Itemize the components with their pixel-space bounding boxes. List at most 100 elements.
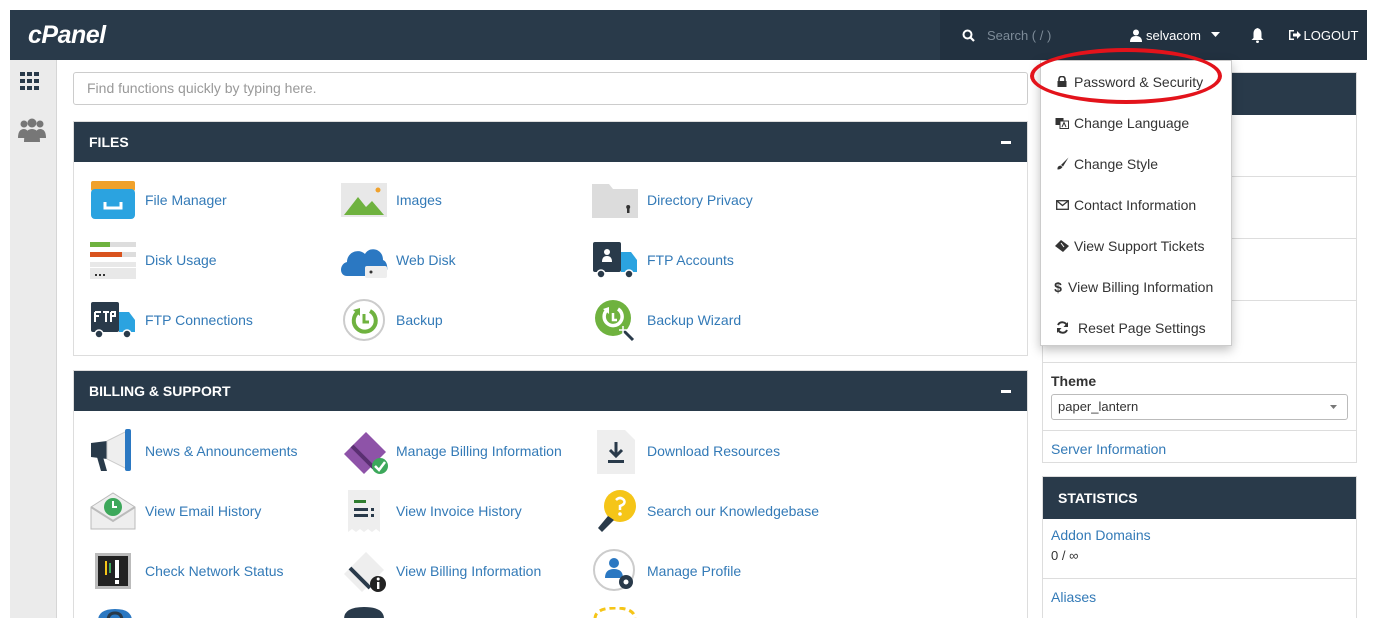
user-menu-toggle[interactable]: selvacom: [1115, 10, 1235, 60]
reset-page-settings-menu-item[interactable]: Reset Page Settings: [1041, 307, 1231, 348]
billing-support-panel: BILLING & SUPPORT News & Announcements M…: [73, 370, 1028, 618]
images-item[interactable]: Images: [339, 178, 442, 222]
check-network-status-item[interactable]: Check Network Status: [88, 549, 284, 593]
backup-wizard-label: Backup Wizard: [647, 312, 742, 328]
view-support-tickets-menu-item[interactable]: View Support Tickets: [1041, 225, 1231, 266]
view-invoice-history-item[interactable]: View Invoice History: [339, 489, 522, 533]
disk-usage-label: Disk Usage: [145, 252, 217, 268]
search-knowledgebase-label: Search our Knowledgebase: [647, 503, 820, 519]
user-dropdown-menu: Password & Security Change Language Chan…: [1040, 60, 1232, 346]
images-icon: [341, 183, 387, 217]
users-group-icon[interactable]: [18, 118, 46, 144]
check-network-status-label: Check Network Status: [145, 563, 284, 579]
top-search-placeholder: Search ( / ): [987, 27, 1052, 43]
ticket-icon: [1055, 239, 1069, 252]
function-search-input[interactable]: Find functions quickly by typing here.: [73, 72, 1028, 105]
manage-billing-label: Manage Billing Information: [396, 443, 562, 459]
download-resources-item[interactable]: Download Resources: [590, 429, 781, 474]
logout-icon: [1288, 30, 1301, 40]
dollar-icon: $: [1054, 278, 1062, 295]
manage-profile-item[interactable]: Manage Profile: [590, 549, 741, 593]
disk-usage-item[interactable]: Disk Usage: [88, 238, 217, 282]
collapse-icon[interactable]: [1001, 141, 1011, 144]
billing-info-icon: [344, 552, 386, 592]
cpanel-logo[interactable]: cPanel: [28, 21, 106, 50]
aliases-row: Aliases: [1043, 579, 1356, 605]
reset-page-settings-label: Reset Page Settings: [1078, 319, 1206, 336]
notifications-button[interactable]: [1235, 10, 1279, 60]
files-panel-header[interactable]: FILES: [74, 122, 1027, 162]
envelope-icon: [1055, 199, 1069, 210]
backup-label: Backup: [396, 312, 443, 328]
download-resources-label: Download Resources: [647, 443, 781, 459]
theme-select[interactable]: paper_lantern: [1051, 394, 1348, 420]
news-announcements-label: News & Announcements: [145, 443, 298, 459]
aliases-link[interactable]: Aliases: [1051, 589, 1348, 605]
theme-select-value: paper_lantern: [1058, 399, 1139, 414]
view-billing-information-menu-item[interactable]: $ View Billing Information: [1041, 266, 1231, 307]
news-announcements-item[interactable]: News & Announcements: [88, 429, 298, 473]
user-icon: [1130, 29, 1143, 42]
view-invoice-history-label: View Invoice History: [396, 503, 522, 519]
password-security-menu-item[interactable]: Password & Security: [1041, 61, 1231, 102]
web-disk-item[interactable]: Web Disk: [339, 238, 456, 282]
view-email-history-item[interactable]: View Email History: [88, 489, 261, 533]
backup-icon: [343, 299, 385, 341]
language-icon: [1055, 117, 1069, 129]
view-billing-info-item[interactable]: View Billing Information: [339, 549, 541, 593]
logout-label: LOGOUT: [1303, 27, 1359, 43]
megaphone-icon: [91, 429, 131, 471]
file-manager-item[interactable]: File Manager: [88, 178, 227, 222]
manage-billing-item[interactable]: Manage Billing Information: [339, 429, 562, 474]
search-knowledgebase-item[interactable]: Search our Knowledgebase: [590, 489, 819, 533]
collapse-icon[interactable]: [1001, 390, 1011, 393]
top-bar: cPanel Search ( / ) selvacom LOGOUT: [10, 10, 1367, 60]
manage-profile-label: Manage Profile: [647, 563, 742, 579]
caret-down-icon: [1210, 32, 1220, 37]
ftp-accounts-item[interactable]: FTP Accounts: [590, 238, 734, 282]
password-security-label: Password & Security: [1074, 73, 1204, 90]
backup-item[interactable]: Backup: [339, 298, 443, 342]
username: selvacom: [1146, 27, 1201, 43]
ftp-connections-item[interactable]: FTP Connections: [88, 298, 253, 342]
paintbrush-icon: [1056, 157, 1068, 170]
top-search-box[interactable]: Search ( / ): [940, 10, 1115, 60]
change-style-menu-item[interactable]: Change Style: [1041, 143, 1231, 184]
view-email-history-label: View Email History: [145, 503, 262, 519]
addon-domains-link[interactable]: Addon Domains: [1051, 527, 1348, 543]
backup-wizard-icon: [595, 300, 635, 342]
theme-row: Theme paper_lantern: [1043, 363, 1356, 431]
web-disk-label: Web Disk: [396, 252, 456, 268]
search-icon: [962, 29, 975, 42]
file-manager-icon: [91, 181, 135, 219]
partial-row-icon: [344, 607, 384, 618]
view-support-tickets-label: View Support Tickets: [1074, 237, 1205, 254]
cloud-icon: [341, 249, 388, 278]
files-panel: FILES File Manager Images Directory Priv…: [73, 121, 1028, 356]
ftp-connections-icon: [91, 302, 135, 339]
backup-wizard-item[interactable]: Backup Wizard: [590, 298, 741, 342]
change-language-menu-item[interactable]: Change Language: [1041, 102, 1231, 143]
directory-privacy-item[interactable]: Directory Privacy: [590, 178, 753, 222]
lightbulb-icon: [598, 490, 636, 532]
statistics-title: STATISTICS: [1043, 477, 1356, 519]
statistics-panel: STATISTICS Addon Domains 0 / ∞ Aliases: [1042, 476, 1357, 618]
files-panel-title: FILES: [89, 134, 129, 150]
billing-panel-header[interactable]: BILLING & SUPPORT: [74, 371, 1027, 411]
invoice-icon: [348, 490, 380, 532]
left-rail: [10, 60, 57, 618]
lock-icon: [1057, 76, 1067, 87]
ftp-accounts-label: FTP Accounts: [647, 252, 734, 268]
apps-grid-icon[interactable]: [20, 72, 40, 90]
addon-domains-row: Addon Domains 0 / ∞: [1043, 519, 1356, 579]
server-info-link[interactable]: Server Information: [1051, 441, 1166, 457]
download-icon: [597, 430, 635, 474]
bell-icon: [1251, 27, 1263, 43]
images-label: Images: [396, 192, 442, 208]
change-language-label: Change Language: [1074, 114, 1190, 131]
theme-label: Theme: [1051, 373, 1097, 389]
contact-information-menu-item[interactable]: Contact Information: [1041, 184, 1231, 225]
credit-card-check-icon: [344, 432, 388, 474]
logout-button[interactable]: LOGOUT: [1279, 10, 1367, 60]
network-status-icon: [95, 553, 131, 589]
